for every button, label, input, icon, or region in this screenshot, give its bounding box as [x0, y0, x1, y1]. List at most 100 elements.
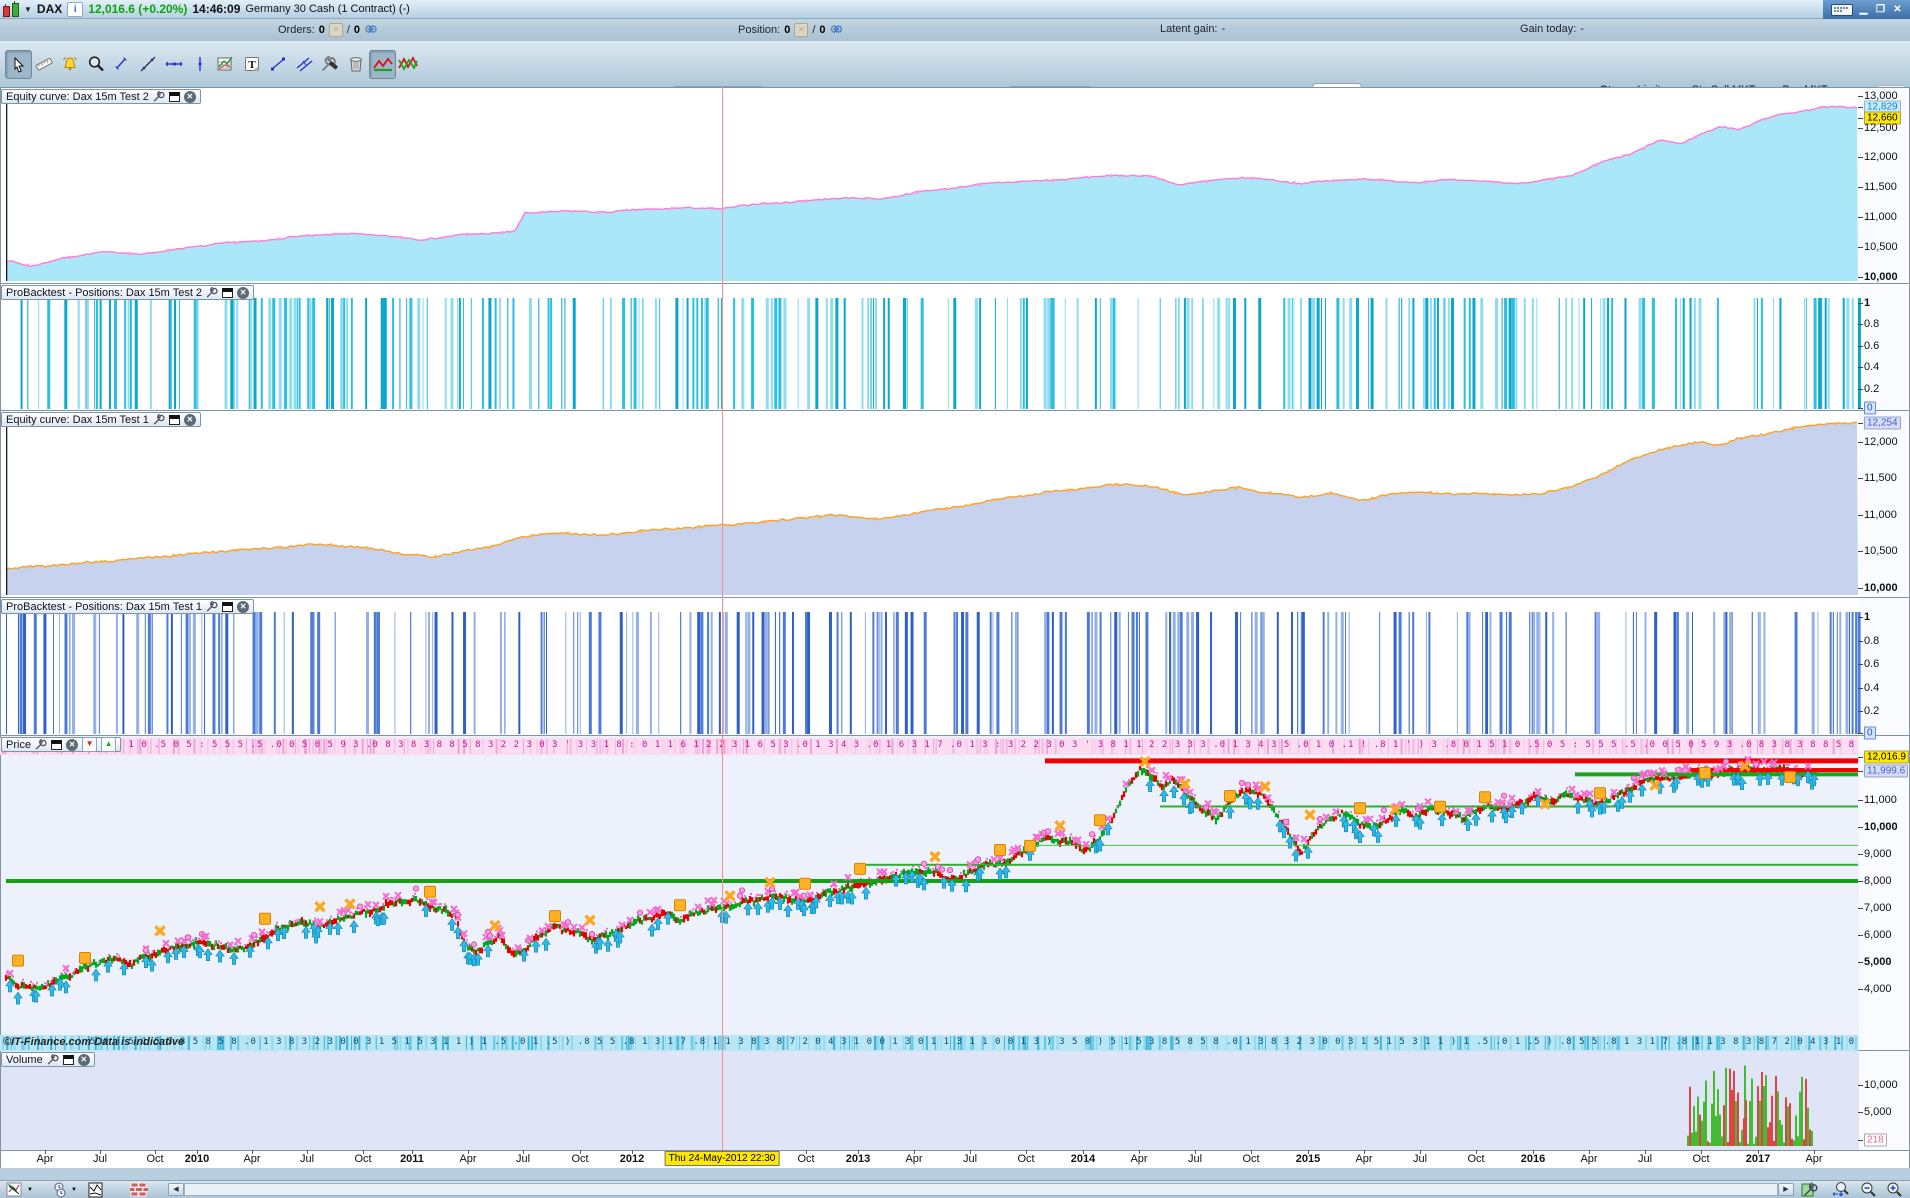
- axis-label-price: 11,000: [1864, 794, 1897, 806]
- latent-gain-value: -: [1221, 23, 1226, 35]
- wrench-icon[interactable]: [206, 600, 218, 613]
- wrench-icon[interactable]: [153, 90, 165, 103]
- buy-arrow-icon[interactable]: ▲: [101, 737, 117, 752]
- horizontal-line-tool[interactable]: [161, 50, 186, 77]
- panel-title-eq2: Equity curve: Dax 15m Test 2: [6, 90, 149, 103]
- orders-settings-icon[interactable]: ⚙: [364, 23, 379, 37]
- axis-tick: [1858, 118, 1863, 119]
- price-orders-strip: 0 1 5 1 0 .5 0 5 : 5 5 5 .5 .0 0 5 0 5 9…: [0, 738, 1858, 755]
- date-label: Apr: [905, 1153, 923, 1165]
- axis-tick: [1858, 881, 1863, 882]
- line-tool[interactable]: [135, 50, 160, 77]
- gain-today-group: Gain today: -: [1520, 23, 1584, 35]
- position-flat-icon[interactable]: ✕: [794, 23, 809, 37]
- gain-today-value: -: [1580, 23, 1584, 35]
- zigzag-tool[interactable]: [369, 50, 396, 79]
- scroll-left-button[interactable]: ◀: [168, 1183, 184, 1196]
- pattern-report-button[interactable]: [88, 1181, 104, 1198]
- symbol-name[interactable]: DAX: [37, 2, 62, 16]
- axis-label-eq2: 11,000: [1864, 211, 1897, 223]
- axis-tick: [1858, 935, 1863, 936]
- sell-arrow-icon[interactable]: ▼: [82, 737, 98, 752]
- panel-tab-pos1[interactable]: ProBacktest - Positions: Dax 15m Test 1 ✕: [1, 599, 255, 614]
- segment-tool[interactable]: [109, 50, 134, 77]
- panel-tab-pos2[interactable]: ProBacktest - Positions: Dax 15m Test 2 ✕: [1, 285, 255, 300]
- axis-label-pos1: 0.6: [1864, 658, 1880, 670]
- orders-flat-icon[interactable]: ✕: [328, 23, 343, 37]
- position-settings-icon[interactable]: ⚙: [830, 23, 845, 37]
- restore-button[interactable]: ❐: [1874, 2, 1887, 18]
- keyboard-icon[interactable]: [1831, 3, 1853, 16]
- zoom-pan-icon: [1832, 1182, 1849, 1197]
- detach-window-icon[interactable]: [51, 739, 63, 750]
- wrench-icon[interactable]: [153, 413, 165, 426]
- panel-tab-eq1[interactable]: Equity curve: Dax 15m Test 1 ✕: [1, 412, 201, 427]
- orders-open-count: 0: [318, 24, 325, 36]
- axis-tick: [1858, 367, 1863, 368]
- detach-window-icon[interactable]: [222, 601, 234, 612]
- text-tool[interactable]: T: [239, 50, 264, 77]
- axis-tick: [1858, 515, 1863, 516]
- close-icon[interactable]: ✕: [183, 90, 196, 103]
- trash-tool[interactable]: [343, 50, 368, 77]
- wrench-icon[interactable]: [206, 286, 218, 299]
- chart-area[interactable]: 0 1 5 1 0 .5 0 5 : 5 5 5 .5 .0 0 5 0 5 9…: [0, 87, 1910, 1168]
- axis-label-eq1: 11,000: [1864, 509, 1897, 521]
- zoom-tool[interactable]: [83, 50, 108, 77]
- panel-tab-eq2[interactable]: Equity curve: Dax 15m Test 2 ✕: [1, 89, 201, 104]
- axis-tick: [1858, 157, 1863, 158]
- chart-edit-button[interactable]: ▼: [6, 1181, 33, 1198]
- indicator-tool[interactable]: [213, 50, 238, 77]
- wrench-icon[interactable]: [47, 1053, 59, 1066]
- close-button[interactable]: ✕: [1891, 2, 1904, 18]
- close-icon[interactable]: ✕: [77, 1053, 90, 1066]
- axis-tick: [1858, 757, 1863, 758]
- pointer-tool[interactable]: [5, 50, 32, 79]
- tools-tool[interactable]: [317, 50, 342, 77]
- date-label: 2016: [1520, 1153, 1546, 1165]
- workspace-settings-button[interactable]: [1800, 1181, 1818, 1198]
- axis-label-eq2: 12,000: [1864, 151, 1898, 163]
- extended-line-tool[interactable]: [265, 50, 290, 77]
- axis-label-volume: 5,000: [1864, 1106, 1892, 1118]
- close-icon[interactable]: ✕: [183, 413, 196, 426]
- date-label: 2015: [1295, 1153, 1321, 1165]
- date-label: Apr: [1355, 1153, 1373, 1165]
- ruler-tool[interactable]: [31, 50, 56, 77]
- wrench-icon[interactable]: [35, 738, 47, 751]
- detach-window-icon[interactable]: [222, 287, 234, 298]
- date-label: Jul: [1187, 1153, 1203, 1165]
- quote-time: 14:46:09: [192, 2, 241, 16]
- clock-icon: [54, 1182, 66, 1197]
- chart-edit-icon: [6, 1182, 22, 1196]
- date-label: Jul: [92, 1153, 108, 1165]
- minimize-button[interactable]: ▁: [1857, 2, 1870, 18]
- timezone-clock-button[interactable]: ▼: [52, 1181, 77, 1198]
- zoom-pan-button[interactable]: [1830, 1181, 1850, 1198]
- date-label: 2011: [400, 1153, 424, 1165]
- parallel-lines-tool[interactable]: [291, 50, 316, 77]
- detach-window-icon[interactable]: [168, 414, 180, 425]
- line-icon: [140, 56, 155, 71]
- chart-scrollbar[interactable]: [184, 1183, 1778, 1196]
- panel-tab-price[interactable]: Price ✕ ▼ ▲: [1, 737, 122, 752]
- detach-window-icon[interactable]: [62, 1054, 74, 1065]
- zoom-in-button[interactable]: [1884, 1181, 1904, 1198]
- pattern-doc-icon: [88, 1182, 103, 1197]
- close-icon[interactable]: ✕: [237, 600, 250, 613]
- axis-tick: [1858, 303, 1863, 304]
- detach-window-icon[interactable]: [168, 91, 180, 102]
- zigzag-alt-tool[interactable]: [395, 50, 420, 77]
- panel-tab-volume[interactable]: Volume ✕: [1, 1052, 95, 1067]
- alarm-tool[interactable]: [57, 50, 82, 77]
- scroll-right-button[interactable]: ▶: [1778, 1183, 1794, 1196]
- zoom-out-button[interactable]: [1858, 1181, 1878, 1198]
- close-icon[interactable]: ✕: [66, 738, 79, 751]
- info-button[interactable]: i: [67, 1, 84, 17]
- vertical-line-tool[interactable]: [187, 50, 212, 77]
- date-label: 2017: [1745, 1153, 1771, 1165]
- zoom-in-icon: [1887, 1182, 1902, 1197]
- brick-chart-button[interactable]: [130, 1181, 148, 1198]
- close-icon[interactable]: ✕: [237, 286, 250, 299]
- symbol-dropdown-icon[interactable]: ▼: [24, 5, 32, 14]
